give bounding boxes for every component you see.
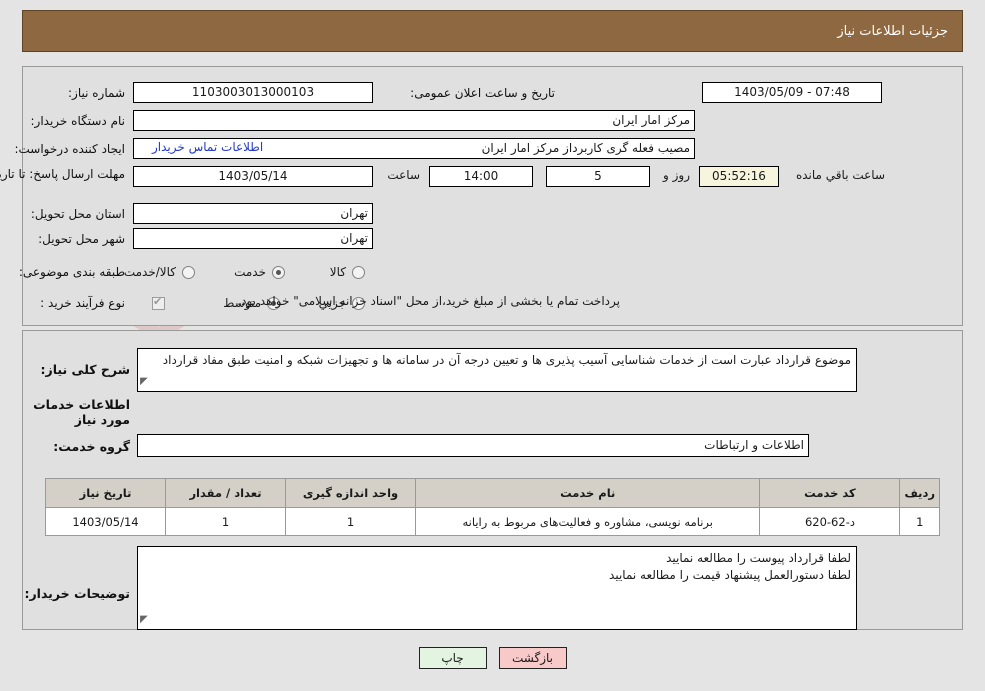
buyer-org-label: نام دستگاه خریدار: bbox=[30, 114, 126, 128]
action-buttons: بازگشت چاپ bbox=[0, 647, 985, 669]
buyer-notes-label: توضیحات خریدار: bbox=[24, 586, 130, 601]
province-value: تهران bbox=[133, 203, 373, 224]
buyer-notes-line-2: لطفا دستورالعمل پیشنهاد قیمت را مطالعه ن… bbox=[609, 568, 851, 582]
treasury-checkbox[interactable] bbox=[152, 295, 165, 310]
category-label: طبقه بندی موضوعی: bbox=[18, 265, 125, 279]
service-group-label: گروه خدمت: bbox=[53, 439, 130, 454]
th-code: کد خدمت bbox=[759, 478, 901, 508]
creator-row: ایجاد کننده درخواست: bbox=[8, 138, 125, 160]
city-row: شهر محل تحویل: bbox=[32, 228, 125, 250]
resize-grip-icon[interactable]: ◥ bbox=[140, 373, 148, 390]
need-number-value: 1103003013000103 bbox=[133, 82, 373, 103]
resize-grip-icon[interactable]: ◥ bbox=[140, 611, 148, 628]
time-label: ساعت bbox=[387, 168, 420, 182]
back-button[interactable]: بازگشت bbox=[498, 647, 567, 669]
need-number-row: شماره نیاز: bbox=[62, 82, 125, 104]
category-option-2-label: کالا/خدمت bbox=[123, 265, 176, 279]
cell-need-date: 1403/05/14 bbox=[45, 507, 166, 536]
cell-code: د-62-620 bbox=[759, 507, 901, 536]
buyer-org-row: نام دستگاه خریدار: bbox=[25, 110, 126, 132]
th-index: ردیف bbox=[899, 478, 940, 508]
services-section-title: اطلاعات خدمات مورد نیاز bbox=[33, 397, 130, 427]
purchase-type-label: نوع فرآیند خرید : bbox=[40, 296, 125, 310]
category-option-2[interactable]: کالا/خدمت bbox=[124, 261, 195, 283]
buyer-notes-textarea[interactable]: لطفا قرارداد پیوست را مطالعه نمایید لطفا… bbox=[137, 546, 857, 630]
category-option-0-label: کالا bbox=[329, 265, 346, 279]
buyer-notes-line-1: لطفا قرارداد پیوست را مطالعه نمایید bbox=[666, 551, 851, 565]
city-value: تهران bbox=[133, 228, 373, 249]
cell-name: برنامه نویسی، مشاوره و فعالیت‌های مربوط … bbox=[414, 507, 761, 536]
page-title-bar: جزئیات اطلاعات نیاز bbox=[22, 10, 963, 52]
radio-khedmat-icon[interactable] bbox=[272, 265, 285, 279]
table-row: 1 د-62-620 برنامه نویسی، مشاوره و فعالیت… bbox=[45, 507, 940, 536]
remaining-hours-label: ساعت باقي مانده bbox=[795, 168, 885, 182]
category-option-1[interactable]: خدمت bbox=[234, 261, 285, 283]
buyer-contact-link[interactable]: اطلاعات تماس خریدار bbox=[152, 140, 263, 154]
description-value: موضوع قرارداد عبارت است از خدمات شناسایی… bbox=[162, 353, 851, 367]
description-label: شرح کلی نیاز: bbox=[40, 362, 130, 377]
print-button[interactable]: چاپ bbox=[418, 647, 487, 669]
buyer-org-value: مرکز امار ایران bbox=[133, 110, 695, 131]
announce-date-label: تاریخ و ساعت اعلان عمومی: bbox=[410, 86, 555, 100]
radio-kala-khedmat-icon[interactable] bbox=[182, 265, 195, 279]
remaining-days-value: 5 bbox=[546, 166, 650, 187]
service-group-value: اطلاعات و ارتباطات bbox=[137, 434, 809, 457]
cell-unit: 1 bbox=[285, 507, 416, 536]
table-header-row: ردیف کد خدمت نام خدمت واحد اندازه گیری ت… bbox=[45, 478, 940, 508]
province-label: استان محل تحویل: bbox=[30, 207, 125, 221]
category-option-1-label: خدمت bbox=[234, 265, 266, 279]
description-textarea[interactable]: موضوع قرارداد عبارت است از خدمات شناسایی… bbox=[137, 348, 857, 392]
deadline-time-value: 14:00 bbox=[429, 166, 533, 187]
page-title: جزئیات اطلاعات نیاز bbox=[837, 23, 948, 39]
days-word-label: روز و bbox=[663, 168, 690, 182]
city-label: شهر محل تحویل: bbox=[38, 232, 125, 246]
province-row: استان محل تحویل: bbox=[25, 203, 125, 225]
creator-label: ایجاد کننده درخواست: bbox=[14, 142, 125, 156]
radio-kala-icon[interactable] bbox=[352, 265, 365, 279]
need-number-label: شماره نیاز: bbox=[68, 86, 125, 100]
category-row-label: طبقه بندی موضوعی: bbox=[13, 261, 125, 283]
deadline-label: مهلت ارسال پاسخ: تا تاریخ: bbox=[0, 167, 125, 181]
purchase-type-row-label: نوع فرآیند خرید : bbox=[34, 292, 125, 314]
services-table: ردیف کد خدمت نام خدمت واحد اندازه گیری ت… bbox=[45, 478, 940, 536]
treasury-note-text: پرداخت تمام یا بخشی از مبلغ خرید،از محل … bbox=[237, 294, 620, 308]
category-option-0[interactable]: کالا bbox=[330, 261, 365, 283]
th-need-date: تاریخ نیاز bbox=[45, 478, 166, 508]
page-root: AriaTender.net جزئیات اطلاعات نیاز شماره… bbox=[0, 0, 985, 691]
deadline-date-value: 1403/05/14 bbox=[133, 166, 373, 187]
cell-index: 1 bbox=[899, 507, 940, 536]
cell-quantity: 1 bbox=[165, 507, 286, 536]
th-name: نام خدمت bbox=[414, 478, 761, 508]
th-quantity: تعداد / مقدار bbox=[165, 478, 286, 508]
deadline-row-label: مهلت ارسال پاسخ: تا تاریخ: bbox=[0, 166, 125, 204]
countdown-timer: 05:52:16 bbox=[699, 166, 779, 187]
announce-date-value: 07:48 - 1403/05/09 bbox=[702, 82, 882, 103]
announce-date-row: تاریخ و ساعت اعلان عمومی: bbox=[404, 82, 555, 104]
need-info-panel bbox=[22, 66, 963, 326]
th-unit: واحد اندازه گیری bbox=[285, 478, 416, 508]
